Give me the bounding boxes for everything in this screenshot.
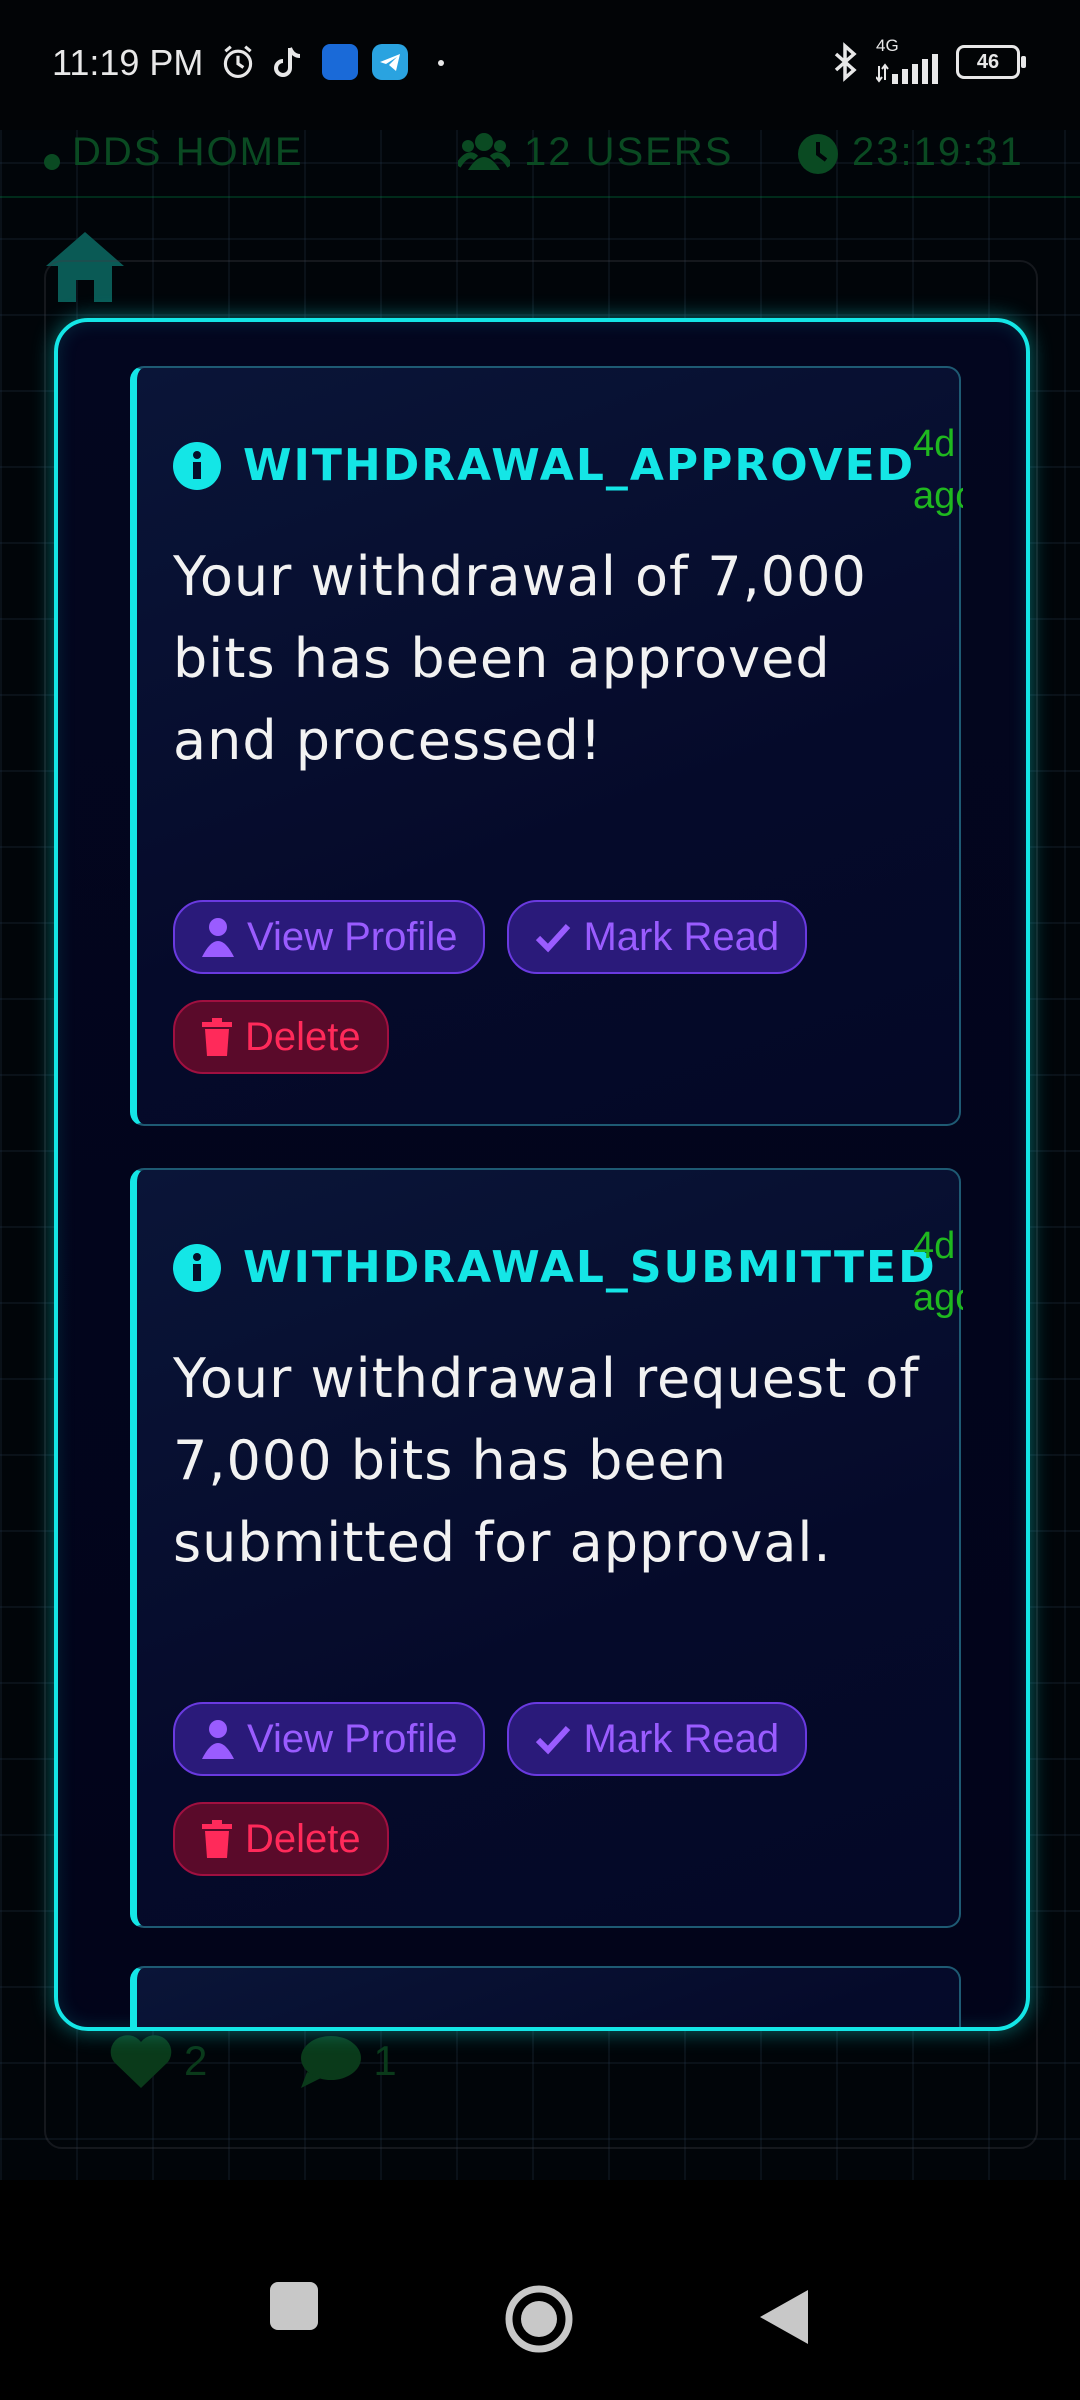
notification-card: WITHDRAWAL_SUBMITTED 4d ago Your withdra…	[130, 1168, 963, 1928]
notification-time: 4d ago	[913, 1225, 963, 1319]
notification-time: 4d ago	[913, 423, 963, 517]
app-header: DDS HOME 12 USERS 23:19:31	[0, 130, 1080, 198]
status-time: 11:19 PM	[52, 42, 204, 83]
info-icon	[173, 1243, 221, 1292]
users-icon	[458, 133, 510, 170]
trash-icon	[202, 1820, 232, 1858]
mark-read-button[interactable]: Mark Read	[507, 900, 808, 974]
view-profile-button[interactable]: View Profile	[173, 900, 486, 974]
notification-actions: View Profile Mark Read	[173, 1702, 808, 1776]
delete-button[interactable]: Delete	[173, 1802, 389, 1876]
heart-icon	[110, 2035, 172, 2088]
mark-read-label: Mark Read	[583, 1716, 780, 1761]
check-icon	[536, 1725, 571, 1755]
comment-icon	[301, 2036, 362, 2088]
telegram-icon	[372, 44, 408, 80]
check-icon	[536, 923, 571, 953]
online-dot	[44, 154, 60, 170]
clock-icon	[798, 134, 838, 174]
view-profile-button[interactable]: View Profile	[173, 1702, 486, 1776]
view-profile-label: View Profile	[247, 1716, 458, 1761]
notification-type: WITHDRAWAL_APPROVED	[243, 440, 916, 491]
app-title[interactable]: DDS HOME	[72, 130, 304, 175]
notification-message: Your withdrawal request of 7,000 bits ha…	[173, 1347, 920, 1574]
delete-button[interactable]: Delete	[173, 1000, 389, 1074]
delete-label: Delete	[245, 1014, 361, 1059]
status-right-group: 4G 46	[828, 36, 1026, 84]
likes-stat[interactable]: 2	[108, 2032, 207, 2090]
notification-card: WITHDRAWAL_APPROVED 4d ago Your withdraw…	[130, 366, 963, 1126]
network-type: 4G	[876, 36, 899, 55]
notification-header: WITHDRAWAL_SUBMITTED	[173, 1242, 937, 1293]
trash-icon	[202, 1018, 232, 1056]
mark-read-label: Mark Read	[583, 914, 780, 959]
likes-count: 2	[184, 2037, 208, 2084]
battery-indicator: 46	[956, 45, 1026, 79]
notification-delete-row: Delete	[173, 1000, 389, 1074]
view-profile-label: View Profile	[247, 914, 458, 959]
comments-stat[interactable]: 1	[297, 2032, 397, 2090]
user-icon	[202, 1720, 234, 1759]
tiktok-icon	[274, 47, 301, 77]
home-button[interactable]	[504, 2284, 574, 2354]
notification-header: WITHDRAWAL_APPROVED	[173, 440, 915, 491]
notification-actions: View Profile Mark Read	[173, 900, 808, 974]
users-count: 12 USERS	[524, 130, 734, 174]
info-icon	[173, 441, 221, 490]
back-button[interactable]	[756, 2286, 812, 2348]
bluetooth-icon	[834, 42, 857, 82]
notifications-modal[interactable]: WITHDRAWAL_APPROVED 4d ago Your withdraw…	[54, 318, 1030, 2031]
notification-delete-row: Delete	[173, 1802, 389, 1876]
notification-card-partial	[130, 1966, 961, 2027]
alarm-icon	[223, 45, 253, 78]
status-bar: 11:19 PM 4G 46	[0, 0, 1080, 130]
header-clock: 23:19:31	[852, 130, 1024, 174]
user-icon	[202, 918, 234, 957]
background-post-stats: 2 1	[108, 2032, 397, 2090]
delete-label: Delete	[245, 1816, 361, 1861]
notification-message: Your withdrawal of 7,000 bits has been a…	[173, 545, 867, 772]
comments-count: 1	[373, 2037, 397, 2084]
recents-button[interactable]	[268, 2280, 320, 2332]
mark-read-button[interactable]: Mark Read	[507, 1702, 808, 1776]
signal-icon: 4G	[876, 36, 942, 84]
notification-type: WITHDRAWAL_SUBMITTED	[243, 1242, 937, 1293]
more-notifications-dot	[438, 60, 444, 66]
app-notification-icon	[322, 44, 358, 80]
